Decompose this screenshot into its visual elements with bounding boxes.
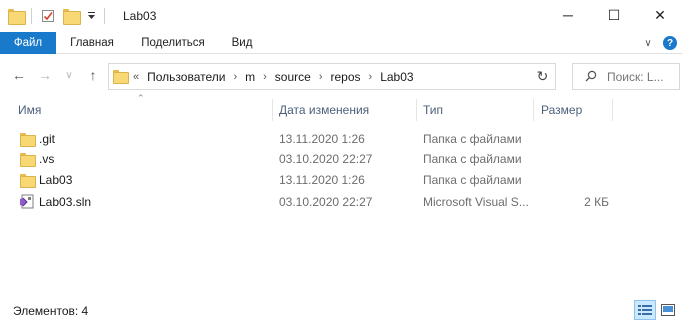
visual-studio-solution-icon <box>19 194 34 209</box>
search-box[interactable] <box>572 63 680 90</box>
recent-locations-button[interactable]: ∨ <box>62 65 76 85</box>
file-name: .vs <box>39 152 55 166</box>
breadcrumb-overflow[interactable]: « <box>133 71 139 83</box>
status-item-count: Элементов: 4 <box>13 304 89 318</box>
chevron-right-icon[interactable]: › <box>319 71 323 83</box>
chevron-right-icon[interactable]: › <box>263 71 267 83</box>
column-header-size[interactable]: Размер <box>541 99 611 121</box>
folder-icon <box>20 153 36 167</box>
ribbon: Файл Главная Поделиться Вид ∨ ? <box>0 32 683 54</box>
search-icon <box>585 70 597 85</box>
file-name: .git <box>39 132 56 146</box>
file-type: Папка с файлами <box>423 152 522 166</box>
column-header-name[interactable]: Имя <box>18 99 270 121</box>
title-bar: Lab03 ─ ☐ ✕ <box>0 0 683 32</box>
folder-icon <box>20 174 36 188</box>
tab-home[interactable]: Главная <box>62 32 122 54</box>
file-row[interactable]: Lab03.sln 03.10.2020 22:27 Microsoft Vis… <box>0 192 683 212</box>
breadcrumb-item-users[interactable]: Пользователи <box>147 70 225 84</box>
forward-button[interactable]: → <box>36 65 54 85</box>
search-input[interactable] <box>607 68 677 86</box>
breadcrumb-item-lab03[interactable]: Lab03 <box>380 70 413 84</box>
customize-toolbar-icon[interactable] <box>85 8 97 24</box>
file-type: Microsoft Visual S... <box>423 195 529 209</box>
file-date: 13.11.2020 1:26 <box>279 132 365 146</box>
folder-icon <box>113 70 129 84</box>
breadcrumb-item-source[interactable]: source <box>275 70 311 84</box>
breadcrumb-item-m[interactable]: m <box>245 70 255 84</box>
breadcrumb: « Пользователи › m › source › repos › La… <box>133 64 422 89</box>
maximize-button[interactable]: ☐ <box>591 0 637 30</box>
large-icons-view-icon <box>661 304 675 316</box>
column-header-date[interactable]: Дата изменения <box>279 99 414 121</box>
back-button[interactable]: ← <box>10 65 28 85</box>
address-bar[interactable]: « Пользователи › m › source › repos › La… <box>108 63 556 90</box>
chevron-right-icon[interactable]: › <box>233 71 237 83</box>
file-date: 03.10.2020 22:27 <box>279 195 373 209</box>
tab-share[interactable]: Поделиться <box>133 32 213 54</box>
window-title: Lab03 <box>123 9 157 23</box>
up-button[interactable]: ↑ <box>84 65 102 85</box>
file-size <box>540 129 609 149</box>
file-row[interactable]: .vs 03.10.2020 22:27 Папка с файлами <box>0 149 683 169</box>
breadcrumb-item-repos[interactable]: repos <box>331 70 361 84</box>
help-icon[interactable]: ? <box>663 36 677 50</box>
file-date: 13.11.2020 1:26 <box>279 173 365 187</box>
column-divider[interactable] <box>272 99 273 121</box>
close-button[interactable]: ✕ <box>637 0 683 30</box>
new-folder-icon[interactable] <box>63 8 81 25</box>
tab-file[interactable]: Файл <box>0 32 56 54</box>
file-type: Папка с файлами <box>423 132 522 146</box>
expand-ribbon-button[interactable]: ∨ <box>641 36 655 50</box>
properties-icon[interactable] <box>40 8 56 24</box>
large-icons-view-button[interactable] <box>657 300 679 320</box>
file-row[interactable]: .git 13.11.2020 1:26 Папка с файлами <box>0 129 683 149</box>
toolbar-separator <box>31 8 32 24</box>
folder-icon <box>20 133 36 147</box>
column-divider[interactable] <box>533 99 534 121</box>
column-divider[interactable] <box>416 99 417 121</box>
minimize-button[interactable]: ─ <box>545 0 591 30</box>
refresh-button[interactable]: ↻ <box>530 63 556 90</box>
file-date: 03.10.2020 22:27 <box>279 152 373 166</box>
navigation-bar: ← → ∨ ↑ « Пользователи › m › source › re… <box>0 55 683 95</box>
tab-view[interactable]: Вид <box>224 32 260 54</box>
file-size <box>540 149 609 169</box>
chevron-right-icon[interactable]: › <box>369 71 373 83</box>
folder-icon <box>8 8 26 25</box>
file-type: Папка с файлами <box>423 173 522 187</box>
details-view-button[interactable] <box>634 300 656 320</box>
toolbar-separator <box>104 8 105 24</box>
details-view-icon <box>638 305 652 315</box>
file-size <box>540 170 609 190</box>
file-row[interactable]: Lab03 13.11.2020 1:26 Папка с файлами <box>0 170 683 190</box>
column-divider[interactable] <box>612 99 613 121</box>
column-header-type[interactable]: Тип <box>423 99 531 121</box>
file-size: 2 КБ <box>584 195 609 209</box>
file-name: Lab03.sln <box>39 195 92 209</box>
file-name: Lab03 <box>39 173 73 187</box>
